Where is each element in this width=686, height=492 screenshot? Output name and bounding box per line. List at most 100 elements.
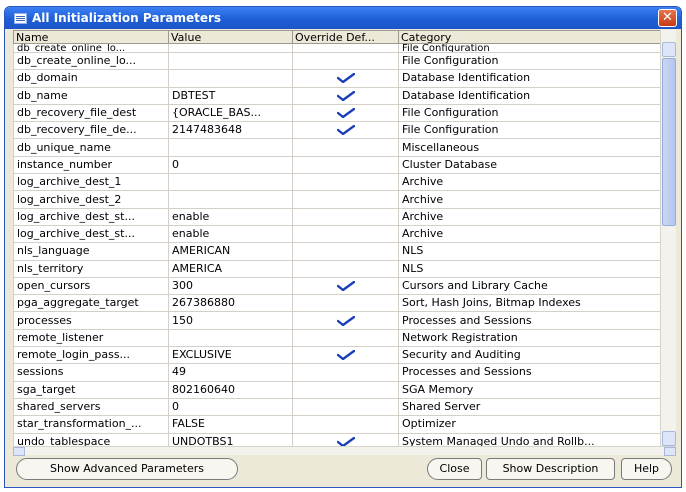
cell-category: File Configuration [398, 43, 660, 53]
table-row[interactable]: sessions 49 Processes and Sessions [13, 363, 660, 382]
table-row[interactable]: db_recovery_file_de... 2147483648 File Con… [13, 121, 660, 140]
show-description-button[interactable]: Show Description [486, 458, 615, 480]
table-row[interactable]: remote_login_pass... EXCLUSIVE Security an… [13, 346, 660, 365]
cell-value: {ORACLE_BAS... [168, 103, 293, 123]
table-row[interactable]: pga_aggregate_target 267386880 Sort, Hash … [13, 294, 660, 313]
cell-override [292, 138, 399, 157]
table-row[interactable]: db_domain Database Identification [13, 69, 660, 88]
cell-name: log_archive_dest_2 [13, 190, 169, 209]
table-row[interactable]: log_archive_dest_st... enable Archive [13, 207, 660, 226]
cell-value [168, 43, 293, 53]
cell-override [292, 86, 399, 105]
cell-override [292, 207, 399, 226]
cell-category: Optimizer [398, 415, 660, 434]
cell-value [168, 190, 293, 209]
cell-name: nls_territory [13, 259, 169, 278]
table-header-row: Name Value Override Def... Category [13, 30, 660, 44]
cell-value: 0 [168, 397, 293, 417]
column-header-category[interactable]: Category [398, 30, 660, 44]
horizontal-scrollbar[interactable] [13, 446, 676, 456]
checkmark-icon [336, 281, 355, 291]
cell-name: remote_listener [13, 328, 169, 348]
cell-override [292, 328, 399, 348]
show-advanced-parameters-button[interactable]: Show Advanced Parameters [16, 458, 238, 480]
title-bar: All Initialization Parameters ✕ [5, 7, 681, 29]
close-button[interactable]: Close [427, 458, 482, 480]
cell-name: sessions [13, 363, 169, 382]
cell-value: 2147483648 [168, 121, 293, 140]
column-header-override-default[interactable]: Override Def... [292, 30, 399, 44]
vertical-scroll-thumb[interactable] [662, 58, 676, 226]
cell-override [292, 190, 399, 209]
cell-name: star_transformation_... [13, 415, 169, 434]
column-header-value[interactable]: Value [168, 30, 293, 44]
table-row[interactable]: log_archive_dest_2 Archive [13, 190, 660, 209]
cell-category: Processes and Sessions [398, 363, 660, 382]
table-row-partial[interactable]: db_create_online_lo... File Configuratio… [13, 43, 660, 53]
cell-value [168, 69, 293, 88]
cell-override [292, 311, 399, 330]
table-row[interactable]: processes 150 Processes and Sessions [13, 311, 660, 330]
scroll-up-arrow-icon[interactable] [662, 42, 676, 57]
scroll-right-arrow-icon[interactable] [664, 447, 676, 456]
cell-name: remote_login_pass... [13, 346, 169, 365]
table-row[interactable]: db_name DBTEST Database Identification [13, 86, 660, 105]
table-row[interactable]: instance_number 0 Cluster Database [13, 155, 660, 175]
cell-category: Archive [398, 207, 660, 226]
table-row[interactable]: nls_territory AMERICA NLS [13, 259, 660, 278]
table-row[interactable]: db_unique_name Miscellaneous [13, 138, 660, 157]
cell-override [292, 397, 399, 417]
cell-category: Network Registration [398, 328, 660, 348]
cell-category: File Configuration [398, 103, 660, 123]
column-header-name[interactable]: Name [13, 30, 169, 44]
table-row[interactable]: remote_listener Network Registration [13, 328, 660, 348]
table-row[interactable]: db_create_online_lo... File Configuration [13, 51, 660, 71]
initialization-parameters-dialog: All Initialization Parameters ✕ Name Val… [4, 6, 682, 488]
table-row[interactable]: star_transformation_... FALSE Optimizer [13, 415, 660, 434]
scroll-down-arrow-icon[interactable] [662, 431, 676, 446]
cell-name: db_unique_name [13, 138, 169, 157]
cell-override [292, 432, 399, 446]
cell-category: System Managed Undo and Rollb... [398, 432, 660, 446]
window-close-button[interactable]: ✕ [658, 9, 677, 27]
parameters-table-viewport: Name Value Override Def... Category db_c… [13, 30, 660, 446]
vertical-scrollbar[interactable] [660, 30, 676, 446]
table-row[interactable]: db_recovery_file_dest {ORACLE_BAS... File … [13, 103, 660, 123]
scroll-left-arrow-icon[interactable] [13, 447, 25, 456]
cell-value: 0 [168, 155, 293, 175]
cell-value: EXCLUSIVE [168, 346, 293, 365]
cell-name: instance_number [13, 155, 169, 175]
cell-value: 267386880 [168, 294, 293, 313]
cell-value [168, 138, 293, 157]
cell-category: Miscellaneous [398, 138, 660, 157]
cell-category: Archive [398, 190, 660, 209]
checkmark-icon [336, 90, 355, 101]
cell-value: 300 [168, 276, 293, 296]
checkmark-icon [336, 125, 355, 136]
table-row[interactable]: undo_tablespace UNDOTBS1 System Managed Un… [13, 432, 660, 446]
table-row[interactable]: log_archive_dest_1 Archive [13, 173, 660, 192]
table-row[interactable]: log_archive_dest_st... enable Archive [13, 224, 660, 244]
cell-category: Processes and Sessions [398, 311, 660, 330]
checkmark-icon [336, 108, 355, 119]
cell-category: Cursors and Library Cache [398, 276, 660, 296]
table-row[interactable]: sga_target 802160640 SGA Memory [13, 380, 660, 399]
cell-override [292, 380, 399, 399]
cell-category: File Configuration [398, 121, 660, 140]
cell-override [292, 121, 399, 140]
table-row[interactable]: open_cursors 300 Cursors and Library Cache [13, 276, 660, 296]
cell-value: enable [168, 207, 293, 226]
cell-value: 150 [168, 311, 293, 330]
help-button[interactable]: Help [621, 458, 672, 480]
cell-override [292, 51, 399, 71]
cell-name: open_cursors [13, 276, 169, 296]
cell-name: shared_servers [13, 397, 169, 417]
cell-name: db_create_online_lo... [13, 43, 169, 53]
cell-override [292, 155, 399, 175]
cell-category: Sort, Hash Joins, Bitmap Indexes [398, 294, 660, 313]
cell-category: Archive [398, 173, 660, 192]
cell-value [168, 328, 293, 348]
table-row[interactable]: nls_language AMERICAN NLS [13, 242, 660, 261]
cell-category: Security and Auditing [398, 346, 660, 365]
table-row[interactable]: shared_servers 0 Shared Server [13, 397, 660, 417]
